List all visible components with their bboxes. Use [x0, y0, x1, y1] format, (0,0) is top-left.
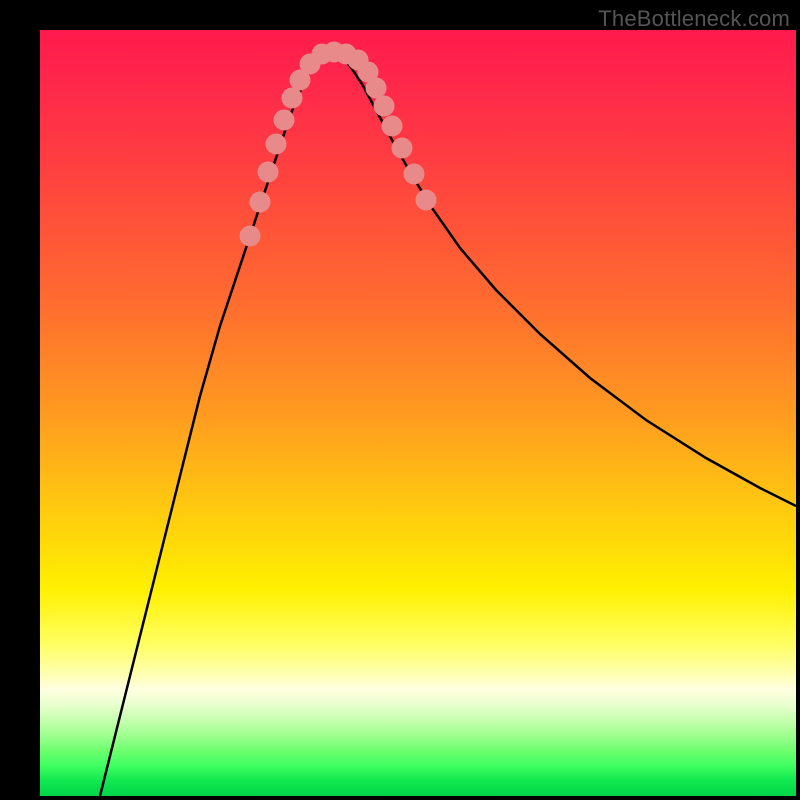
data-marker: [392, 138, 412, 158]
data-marker: [258, 162, 278, 182]
data-marker: [416, 190, 436, 210]
data-marker: [382, 116, 402, 136]
chart-frame: TheBottleneck.com: [0, 0, 800, 800]
data-marker: [266, 134, 286, 154]
watermark-text: TheBottleneck.com: [598, 6, 790, 32]
data-marker: [274, 110, 294, 130]
data-marker: [404, 164, 424, 184]
data-marker: [374, 96, 394, 116]
data-marker: [240, 226, 260, 246]
data-marker: [250, 192, 270, 212]
data-marker: [282, 88, 302, 108]
marker-layer: [40, 30, 796, 796]
plot-area: [40, 30, 796, 796]
data-marker: [366, 78, 386, 98]
